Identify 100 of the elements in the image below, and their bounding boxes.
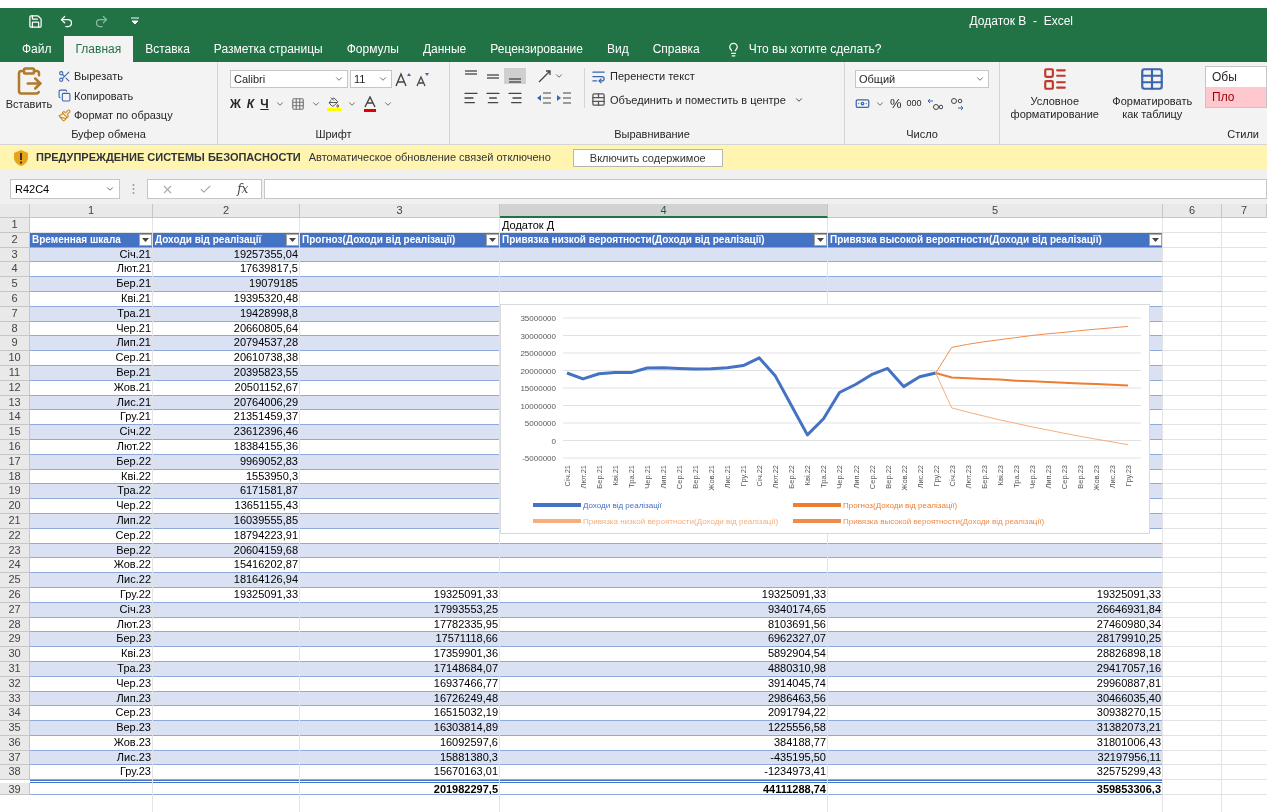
table-cell-text: 32197956,11 (1096, 750, 1162, 764)
table-cell-text: 18384155,36 (232, 439, 299, 453)
table-cell-text: 9340174,65 (766, 602, 827, 616)
table-cell-text: 5892904,54 (766, 647, 827, 661)
table-cell-text: Кві.22 (120, 469, 152, 483)
table-cell-text: 2091794,22 (766, 706, 827, 720)
table-cell-text: Гру.22 (118, 587, 152, 601)
table-cell-text: 20660805,64 (232, 321, 299, 335)
table-cell-text: Жов.21 (112, 380, 152, 394)
table-cell-text: 20610738,38 (232, 351, 299, 365)
table-cell-text: 18164126,94 (232, 573, 299, 587)
table-cell-text: 31382073,21 (1095, 721, 1162, 735)
table-cell-text: 20604159,68 (232, 543, 299, 557)
axis-tick-label: 10000000 (520, 401, 556, 411)
table-cell-text: Бер.22 (115, 454, 152, 468)
table-cell-text: 15881380,3 (438, 750, 499, 764)
table-cell-text: 19325091,33 (760, 587, 827, 601)
table-cell-text: 26646931,84 (1095, 602, 1162, 616)
table-cell-text: 19325091,33 (232, 587, 299, 601)
legend-label: Прогноз(Доходи від реалізації) (843, 501, 958, 510)
table-cell-text: 8103691,56 (766, 617, 827, 631)
column-heading: Привязка высокой вероятности(Доходи від реалізації) (829, 232, 1103, 247)
table-cell-text: 20395823,55 (232, 365, 299, 379)
axis-tick-label: 30000000 (520, 331, 556, 341)
table-cell-text: Бер.21 (115, 277, 152, 291)
table-cell-text: Сер.21 (114, 351, 152, 365)
table-cell-text: Вер.22 (115, 543, 152, 557)
table-cell-text: 28179910,25 (1095, 632, 1162, 646)
table-cell-text: 17148684,07 (432, 661, 499, 675)
axis-tick-label: 0 (551, 436, 556, 446)
legend-label: Доходи від реалізації (583, 501, 662, 510)
table-cell-text: 23612396,46 (232, 425, 299, 439)
table-cell-text: Кві.23 (120, 647, 152, 661)
table-cell-text: Тра.22 (116, 484, 152, 498)
table-cell-text: 27460980,34 (1095, 617, 1162, 631)
table-cell-text: Вер.21 (115, 365, 152, 379)
table-cell-text: 20501152,67 (233, 380, 299, 394)
table-cell-text: 19079185 (248, 277, 299, 291)
table-cell-text: 16515032,19 (432, 706, 499, 720)
table-cell-text: 1553950,3 (245, 469, 299, 483)
table-cell-text: 2986463,56 (766, 691, 827, 705)
table-cell-text: Сер.22 (114, 528, 152, 542)
table-cell-text: 384188,77 (773, 735, 827, 749)
axis-tick-label: 5000000 (524, 419, 556, 428)
table-cell-text: 17639817,5 (238, 262, 299, 276)
table-cell-text: 29417057,16 (1095, 661, 1162, 675)
table-cell-text: 359853306,3 (1095, 783, 1162, 797)
table-cell-text: Тра.21 (116, 306, 152, 320)
table-cell-text: 19257355,04 (232, 247, 299, 261)
axis-tick-label: 25000000 (520, 349, 556, 358)
table-cell-text: Чер.23 (115, 676, 152, 690)
table-cell-text: Лип.23 (115, 691, 152, 705)
table-cell-text: Січ.23 (118, 602, 152, 616)
group-label: Шрифт (314, 126, 353, 142)
table-cell-text: 1225556,58 (766, 721, 827, 735)
legend-label: Привязка высокой вероятности(Доходи від реалізації) (843, 517, 1045, 526)
axis-tick-label: 15000000 (520, 384, 556, 393)
table-cell-text: Кві.21 (120, 292, 152, 305)
table-cell-text: Січ.22 (118, 425, 152, 439)
table-cell-text: Лют.22 (115, 439, 152, 453)
table-cell-text: Січ.21 (118, 247, 152, 261)
column-heading: Временная шкала (31, 232, 122, 247)
table-cell-text: 20764006,29 (232, 395, 299, 409)
axis-tick-label: -5000000 (522, 454, 556, 463)
table-cell-text: 20794537,28 (232, 336, 299, 350)
table-cell-text: Тра.23 (116, 661, 152, 675)
table-cell-text: Чер.21 (115, 321, 152, 335)
axis-tick-label: 35000000 (520, 314, 556, 323)
table-cell-text: 9969052,83 (238, 454, 299, 468)
table-cell-text: 44111288,74 (761, 783, 827, 797)
table-cell-text: 13651155,43 (233, 499, 299, 513)
table-cell-text: Лис.21 (115, 395, 152, 409)
table-cell-text: 30466035,40 (1095, 691, 1162, 705)
security-warning-message: Автоматическое обновление связей отключено (308, 150, 551, 166)
table-cell-text: 16726249,48 (432, 691, 499, 705)
table-cell-text: 31801006,43 (1095, 735, 1162, 749)
table-cell-text: Жов.22 (112, 558, 152, 572)
security-warning-title: ПРЕДУПРЕЖДЕНИЕ СИСТЕМЫ БЕЗОПАСНОСТИ (36, 150, 301, 166)
column-heading: Доходи від реалізації (154, 232, 263, 247)
table-cell-text: Жов.23 (112, 735, 152, 749)
table-cell-text: -1234973,41 (763, 765, 827, 779)
table-cell-text: Лют.23 (115, 617, 152, 631)
column-heading: Прогноз(Доходи від реалізації) (301, 232, 457, 247)
table-cell-text: 28826898,18 (1095, 647, 1162, 661)
table-cell-text: -435195,50 (769, 750, 827, 764)
axis-tick-label: 20000000 (520, 366, 556, 376)
table-cell-text: 15670163,01 (432, 765, 499, 779)
table-cell-text: Чер.22 (115, 499, 152, 513)
table-cell-text: 6962327,07 (766, 632, 827, 646)
column-heading: Привязка низкой вероятности(Доходи від реалізації) (501, 232, 766, 247)
table-cell-text: 16092597,6 (438, 735, 499, 749)
table-cell-text: Гру.21 (118, 410, 152, 424)
table-cell-text: 17571118,66 (434, 632, 499, 646)
table-cell-text: 16937466,77 (432, 676, 499, 690)
table-cell-text: 32575299,43 (1095, 765, 1162, 779)
table-cell-text: Лис.22 (115, 573, 152, 587)
group-label: Число (905, 126, 939, 142)
table-cell-text: 29960887,81 (1095, 676, 1162, 690)
table-cell-text: 19325091,33 (432, 587, 499, 601)
table-cell-text: 201982297,5 (432, 783, 499, 797)
